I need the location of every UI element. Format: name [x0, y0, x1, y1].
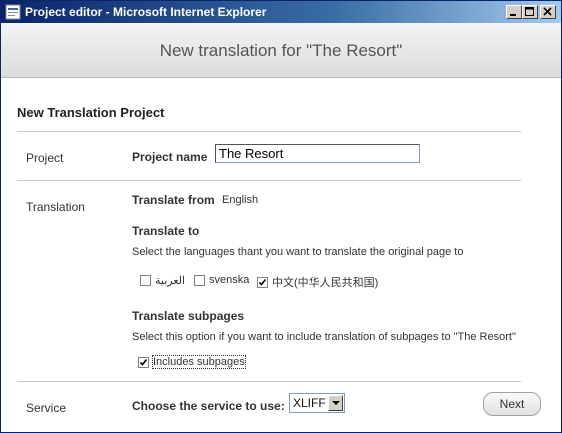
divider: [17, 180, 521, 181]
service-row-label: Service: [26, 401, 67, 415]
language-label: svenska: [209, 274, 250, 286]
language-checkbox[interactable]: [257, 276, 268, 288]
language-option-arabic[interactable]: العربية: [140, 274, 185, 287]
translation-row-label: Translation: [26, 200, 85, 214]
maximize-icon: [525, 7, 534, 16]
include-subpages-label: Includes subpages: [152, 355, 246, 369]
translate-from-value: English: [222, 194, 259, 206]
title-bar: Project editor - Microsoft Internet Expl…: [1, 1, 561, 23]
dropdown-arrow-button[interactable]: [328, 395, 343, 411]
divider: [17, 381, 521, 382]
project-name-label: Project name: [132, 150, 208, 164]
close-icon: [543, 7, 552, 16]
include-subpages-checkbox[interactable]: [138, 356, 149, 368]
section-title: New Translation Project: [17, 105, 165, 120]
page-content: New translation for "The Resort" New Tra…: [1, 23, 561, 432]
next-button[interactable]: Next: [483, 392, 541, 416]
project-editor-window: Project editor - Microsoft Internet Expl…: [0, 0, 562, 433]
checkmark-icon: [258, 278, 267, 286]
project-name-input[interactable]: [215, 144, 420, 163]
translate-from-label: Translate from: [132, 193, 215, 207]
translate-subpages-help: Select this option if you want to includ…: [132, 331, 516, 343]
minimize-button[interactable]: [506, 5, 522, 19]
choose-service-label: Choose the service to use:: [132, 399, 285, 413]
translate-subpages-label: Translate subpages: [132, 309, 245, 323]
divider: [17, 131, 521, 132]
page-title: New translation for "The Resort": [159, 41, 403, 60]
project-row-label: Project: [26, 151, 64, 165]
language-checkbox[interactable]: [194, 274, 205, 286]
language-label: 中文(中华人民共和国): [272, 277, 379, 289]
include-subpages-option[interactable]: Includes subpages: [138, 355, 246, 369]
ie-icon: [5, 4, 21, 20]
language-label: العربية: [155, 275, 186, 287]
translate-to-help: Select the languages thant you want to t…: [132, 246, 464, 258]
close-button[interactable]: [540, 5, 556, 19]
language-option-chinese[interactable]: 中文(中华人民共和国): [257, 274, 378, 290]
language-checkbox[interactable]: [140, 275, 151, 286]
page-header: New translation for "The Resort": [1, 23, 561, 78]
minimize-icon: [510, 14, 516, 16]
language-option-svenska[interactable]: svenska: [194, 274, 249, 286]
service-selected-value: XLIFF: [293, 396, 326, 410]
service-select[interactable]: XLIFF: [289, 393, 345, 413]
chevron-down-icon: [332, 401, 340, 405]
translate-to-label: Translate to: [132, 224, 200, 238]
window-title: Project editor - Microsoft Internet Expl…: [25, 5, 267, 19]
maximize-button[interactable]: [522, 5, 538, 19]
checkmark-icon: [139, 358, 148, 366]
